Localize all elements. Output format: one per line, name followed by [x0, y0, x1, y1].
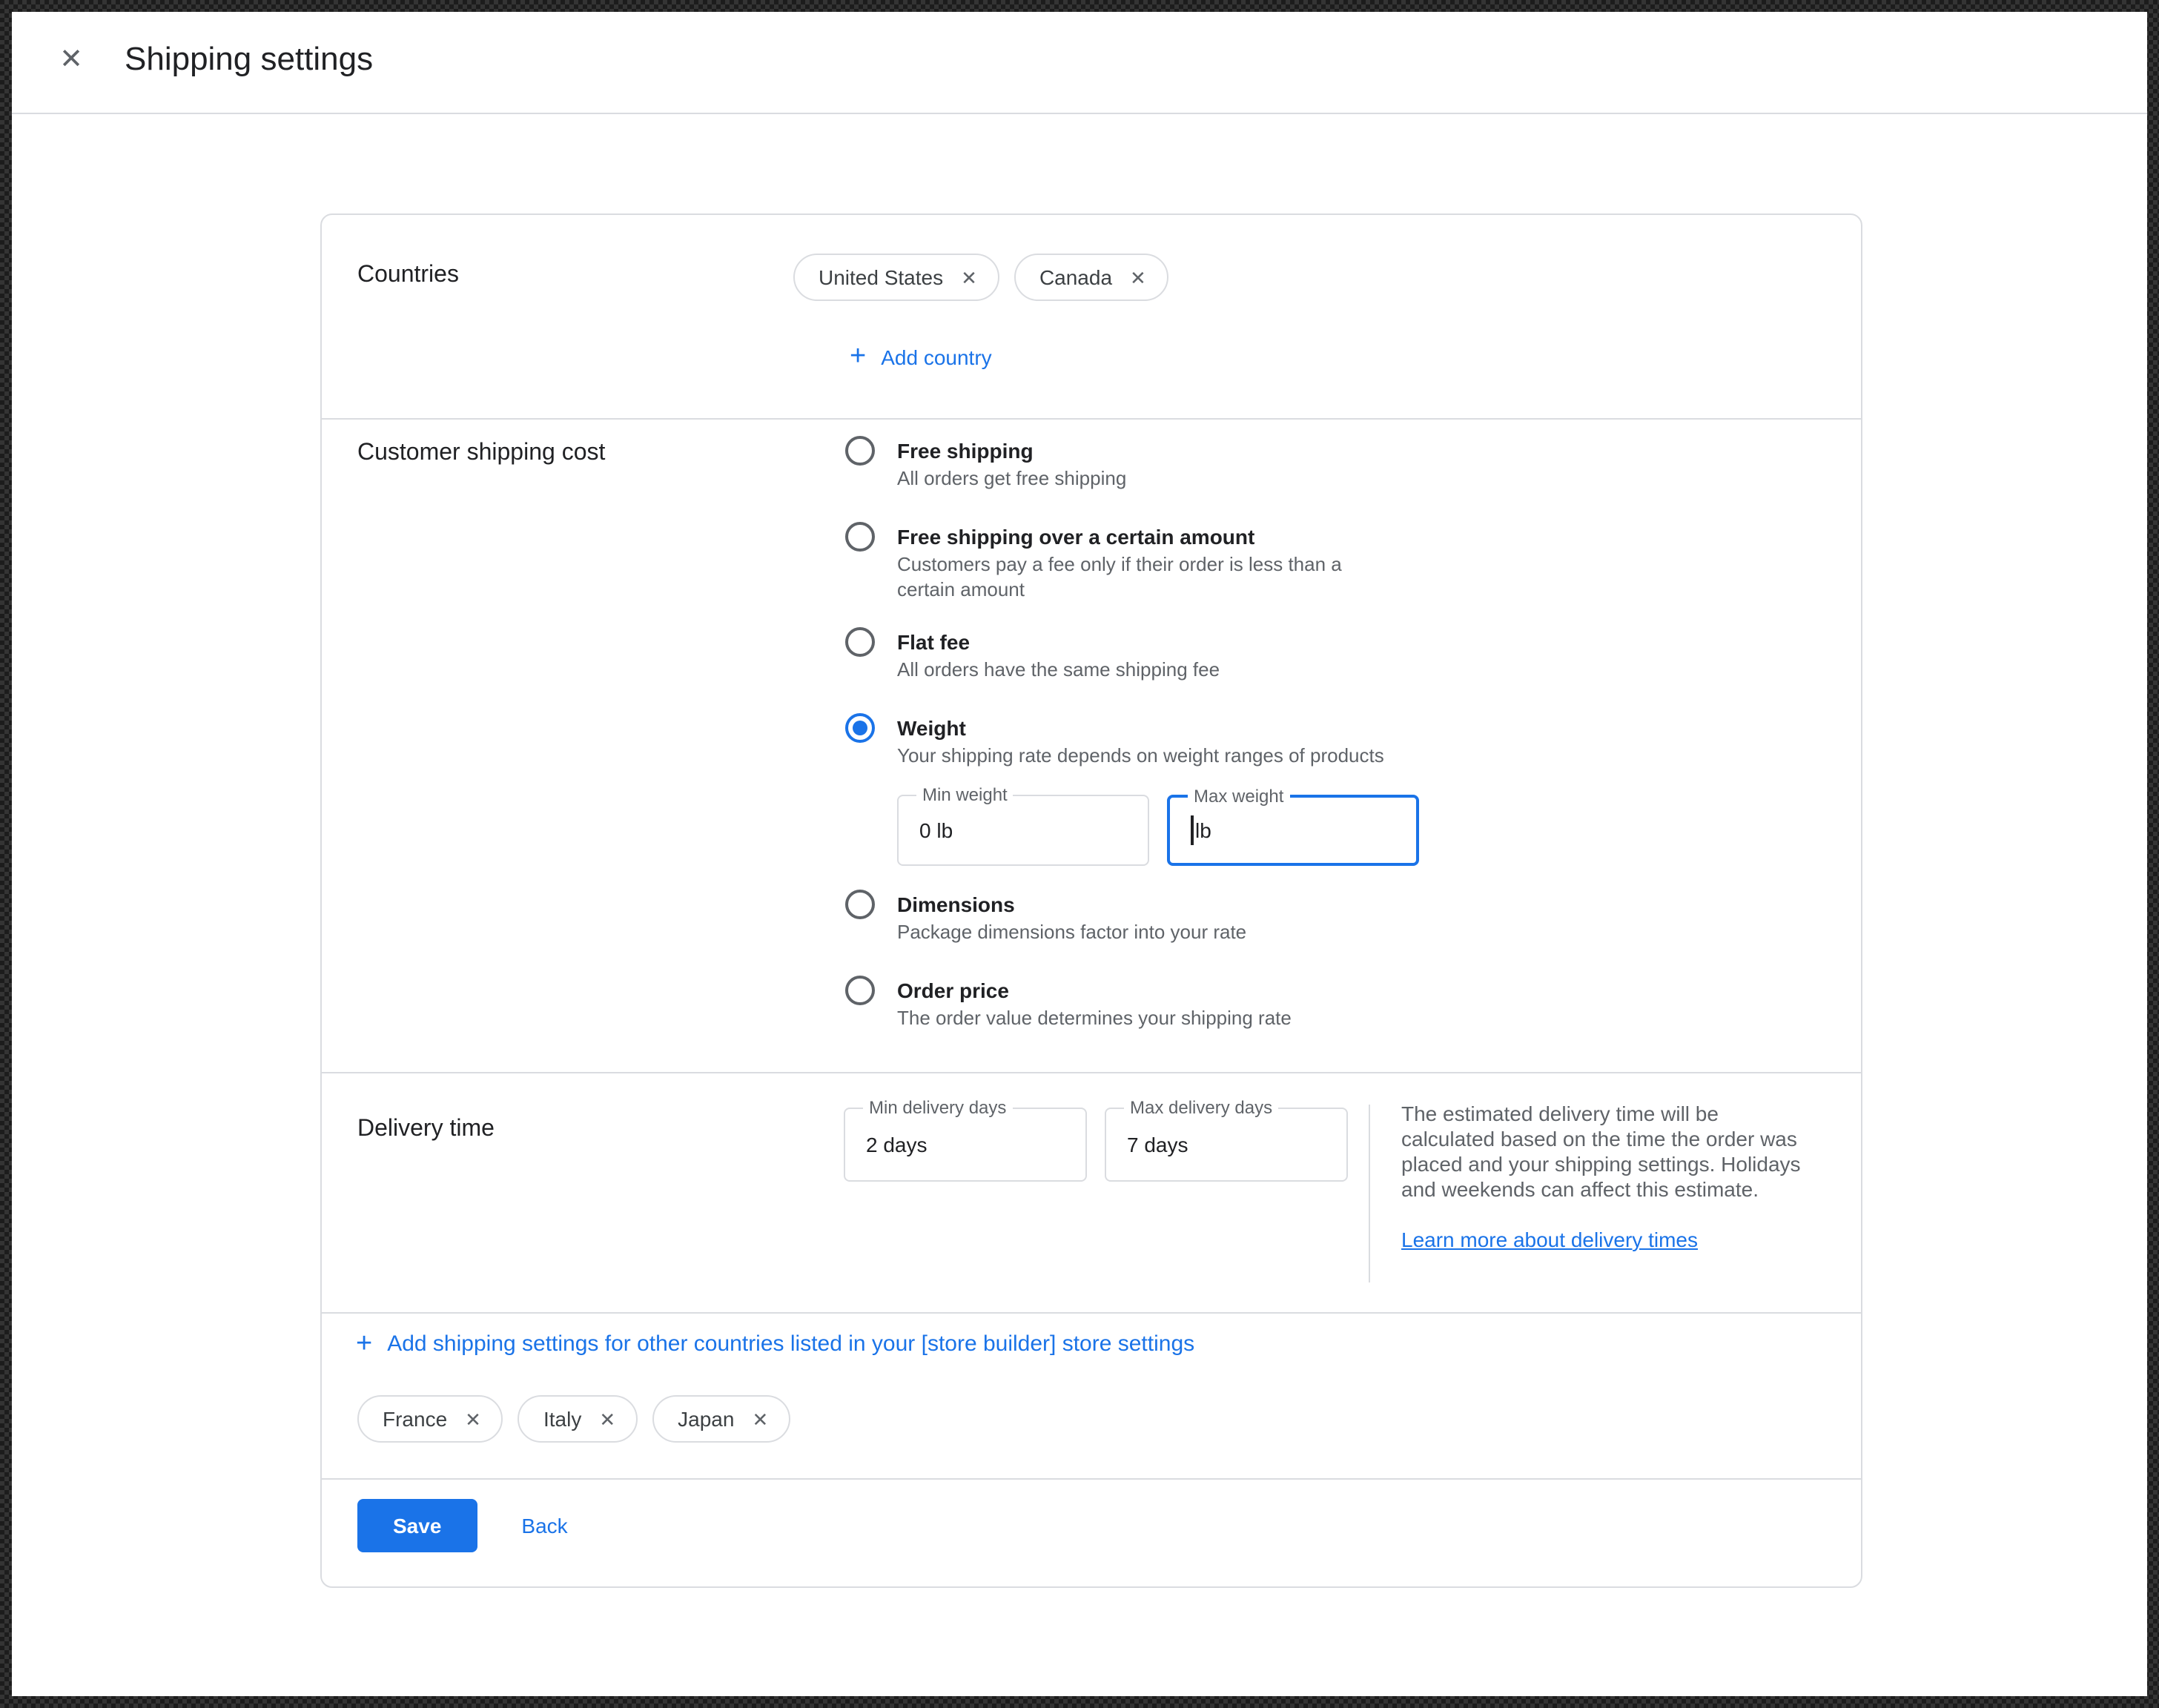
delivery-info: The estimated delivery time will be calc…: [1401, 1102, 1805, 1254]
section-divider: [322, 1072, 1861, 1073]
option-free-shipping[interactable]: Free shipping All orders get free shippi…: [845, 436, 1126, 491]
max-weight-input[interactable]: [1170, 798, 1416, 863]
option-text: Free shipping over a certain amount Cust…: [897, 522, 1386, 602]
option-description: Package dimensions factor into your rate: [897, 919, 1246, 944]
option-text: Weight Your shipping rate depends on wei…: [897, 713, 1384, 768]
option-description: Customers pay a fee only if their order …: [897, 552, 1386, 602]
remove-chip-icon[interactable]: ✕: [1130, 268, 1146, 287]
add-other-countries-button[interactable]: + Add shipping settings for other countr…: [356, 1330, 1194, 1358]
option-description: All orders get free shipping: [897, 466, 1126, 491]
section-divider: [322, 1312, 1861, 1314]
option-flat-fee[interactable]: Flat fee All orders have the same shippi…: [845, 627, 1220, 682]
other-country-chips-row: France ✕ Italy ✕ Japan ✕: [357, 1395, 790, 1443]
back-button[interactable]: Back: [521, 1514, 567, 1537]
min-weight-label: Min weight: [916, 784, 1014, 805]
remove-chip-icon[interactable]: ✕: [465, 1409, 481, 1429]
max-delivery-days-label: Max delivery days: [1124, 1097, 1278, 1118]
remove-chip-icon[interactable]: ✕: [752, 1409, 768, 1429]
min-delivery-days-label: Min delivery days: [863, 1097, 1012, 1118]
delivery-time-section-label: Delivery time: [357, 1116, 495, 1143]
text-caret: [1191, 815, 1194, 845]
chip-label: France: [383, 1407, 447, 1431]
remove-chip-icon[interactable]: ✕: [599, 1409, 615, 1429]
min-delivery-days-input[interactable]: [845, 1109, 1085, 1180]
add-country-label: Add country: [881, 345, 991, 368]
country-chip-japan: Japan ✕: [652, 1395, 790, 1443]
country-chip-united-states: United States ✕: [793, 254, 999, 301]
chip-label: United States: [819, 265, 943, 289]
radio-button[interactable]: [845, 976, 875, 1005]
option-title: Weight: [897, 713, 1384, 743]
option-order-price[interactable]: Order price The order value determines y…: [845, 976, 1292, 1030]
chip-label: Italy: [543, 1407, 581, 1431]
settings-card: Countries United States ✕ Canada ✕ + Add…: [320, 214, 1862, 1588]
add-country-button[interactable]: + Add country: [850, 342, 992, 371]
screenshot-scale-wrap: ✕ Shipping settings Countries United Sta…: [0, 0, 2159, 1708]
option-description: All orders have the same shipping fee: [897, 657, 1220, 682]
radio-button[interactable]: [845, 713, 875, 743]
max-weight-label: Max weight: [1188, 786, 1289, 807]
chip-label: Japan: [678, 1407, 734, 1431]
countries-section-label: Countries: [357, 262, 459, 289]
radio-button[interactable]: [845, 522, 875, 552]
card-footer: Save Back: [357, 1499, 568, 1552]
max-delivery-days-field[interactable]: Max delivery days: [1105, 1108, 1348, 1182]
vertical-divider: [1369, 1105, 1370, 1282]
option-description: Your shipping rate depends on weight ran…: [897, 743, 1384, 768]
min-weight-input[interactable]: [899, 796, 1148, 864]
option-text: Order price The order value determines y…: [897, 976, 1292, 1030]
max-delivery-days-input[interactable]: [1106, 1109, 1346, 1180]
min-weight-field[interactable]: Min weight: [897, 795, 1149, 866]
shipping-settings-page: ✕ Shipping settings Countries United Sta…: [12, 12, 2147, 1696]
radio-button[interactable]: [845, 627, 875, 657]
option-title: Order price: [897, 976, 1292, 1005]
max-weight-field[interactable]: Max weight: [1167, 795, 1419, 866]
plus-icon: +: [850, 342, 866, 371]
add-other-countries-label: Add shipping settings for other countrie…: [387, 1331, 1194, 1357]
radio-button[interactable]: [845, 890, 875, 919]
option-weight[interactable]: Weight Your shipping rate depends on wei…: [845, 713, 1384, 768]
option-text: Free shipping All orders get free shippi…: [897, 436, 1126, 491]
screenshot-frame: ✕ Shipping settings Countries United Sta…: [0, 0, 2159, 1708]
delivery-info-text: The estimated delivery time will be calc…: [1401, 1102, 1805, 1202]
section-divider: [322, 1478, 1861, 1480]
section-divider: [322, 418, 1861, 420]
save-button[interactable]: Save: [357, 1499, 477, 1552]
option-text: Flat fee All orders have the same shippi…: [897, 627, 1220, 682]
shipping-cost-section-label: Customer shipping cost: [357, 440, 605, 467]
country-chips-row: United States ✕ Canada ✕: [793, 254, 1168, 301]
option-text: Dimensions Package dimensions factor int…: [897, 890, 1246, 944]
close-icon[interactable]: ✕: [53, 43, 89, 79]
option-description: The order value determines your shipping…: [897, 1005, 1292, 1030]
remove-chip-icon[interactable]: ✕: [961, 268, 977, 287]
option-title: Dimensions: [897, 890, 1246, 919]
option-title: Free shipping: [897, 436, 1126, 466]
country-chip-canada: Canada ✕: [1014, 254, 1168, 301]
option-dimensions[interactable]: Dimensions Package dimensions factor int…: [845, 890, 1246, 944]
country-chip-france: France ✕: [357, 1395, 503, 1443]
country-chip-italy: Italy ✕: [518, 1395, 638, 1443]
option-title: Free shipping over a certain amount: [897, 522, 1386, 552]
plus-icon: +: [356, 1330, 372, 1358]
dialog-header: ✕ Shipping settings: [12, 12, 2147, 114]
radio-button[interactable]: [845, 436, 875, 466]
learn-more-link[interactable]: Learn more about delivery times: [1401, 1228, 1698, 1251]
option-free-shipping-over-amount[interactable]: Free shipping over a certain amount Cust…: [845, 522, 1386, 602]
min-delivery-days-field[interactable]: Min delivery days: [844, 1108, 1087, 1182]
chip-label: Canada: [1039, 265, 1112, 289]
page-title: Shipping settings: [125, 40, 373, 79]
option-title: Flat fee: [897, 627, 1220, 657]
